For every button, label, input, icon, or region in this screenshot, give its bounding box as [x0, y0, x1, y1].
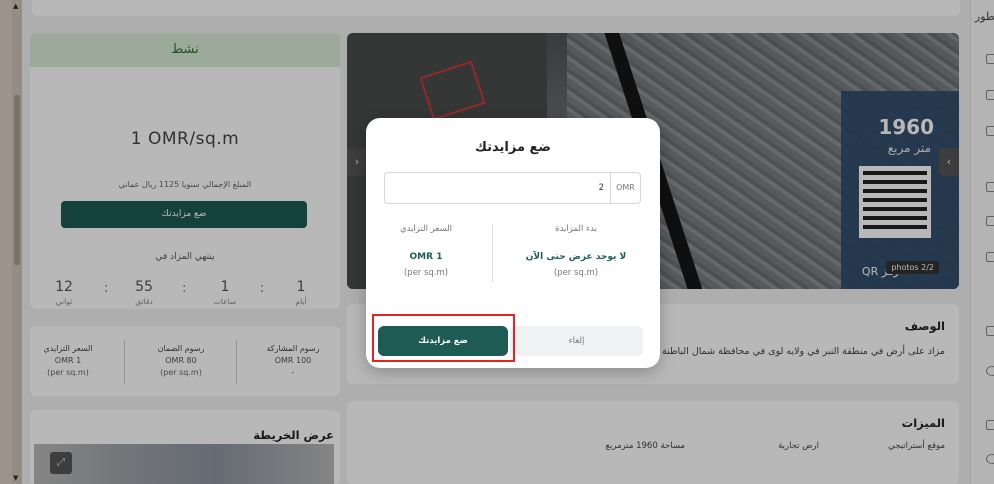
bid-amount-value: 2	[598, 183, 604, 193]
modal-title: ضع مزايدتك	[475, 140, 551, 155]
increment-unit: (per sq.m)	[403, 268, 449, 278]
start-bid-unit: (per sq.m)	[553, 268, 599, 278]
start-bid-value: لا يوجد عرض حتى الآن	[525, 252, 627, 262]
start-bid-column: بدء المزايدة لا يوجد عرض حتى الآن (per s…	[516, 224, 636, 278]
increment-column: السعر التزايدي OMR 1 (per sq.m)	[366, 224, 486, 278]
highlight-box	[372, 314, 515, 362]
column-divider	[492, 224, 493, 282]
start-bid-label: بدء المزايدة	[555, 224, 597, 234]
increment-value: OMR 1	[409, 252, 443, 262]
currency-label: OMR	[610, 173, 640, 203]
cancel-button[interactable]: إلغاء	[510, 326, 643, 356]
bid-amount-input[interactable]: OMR 2	[384, 172, 641, 204]
increment-label: السعر التزايدي	[399, 224, 453, 234]
